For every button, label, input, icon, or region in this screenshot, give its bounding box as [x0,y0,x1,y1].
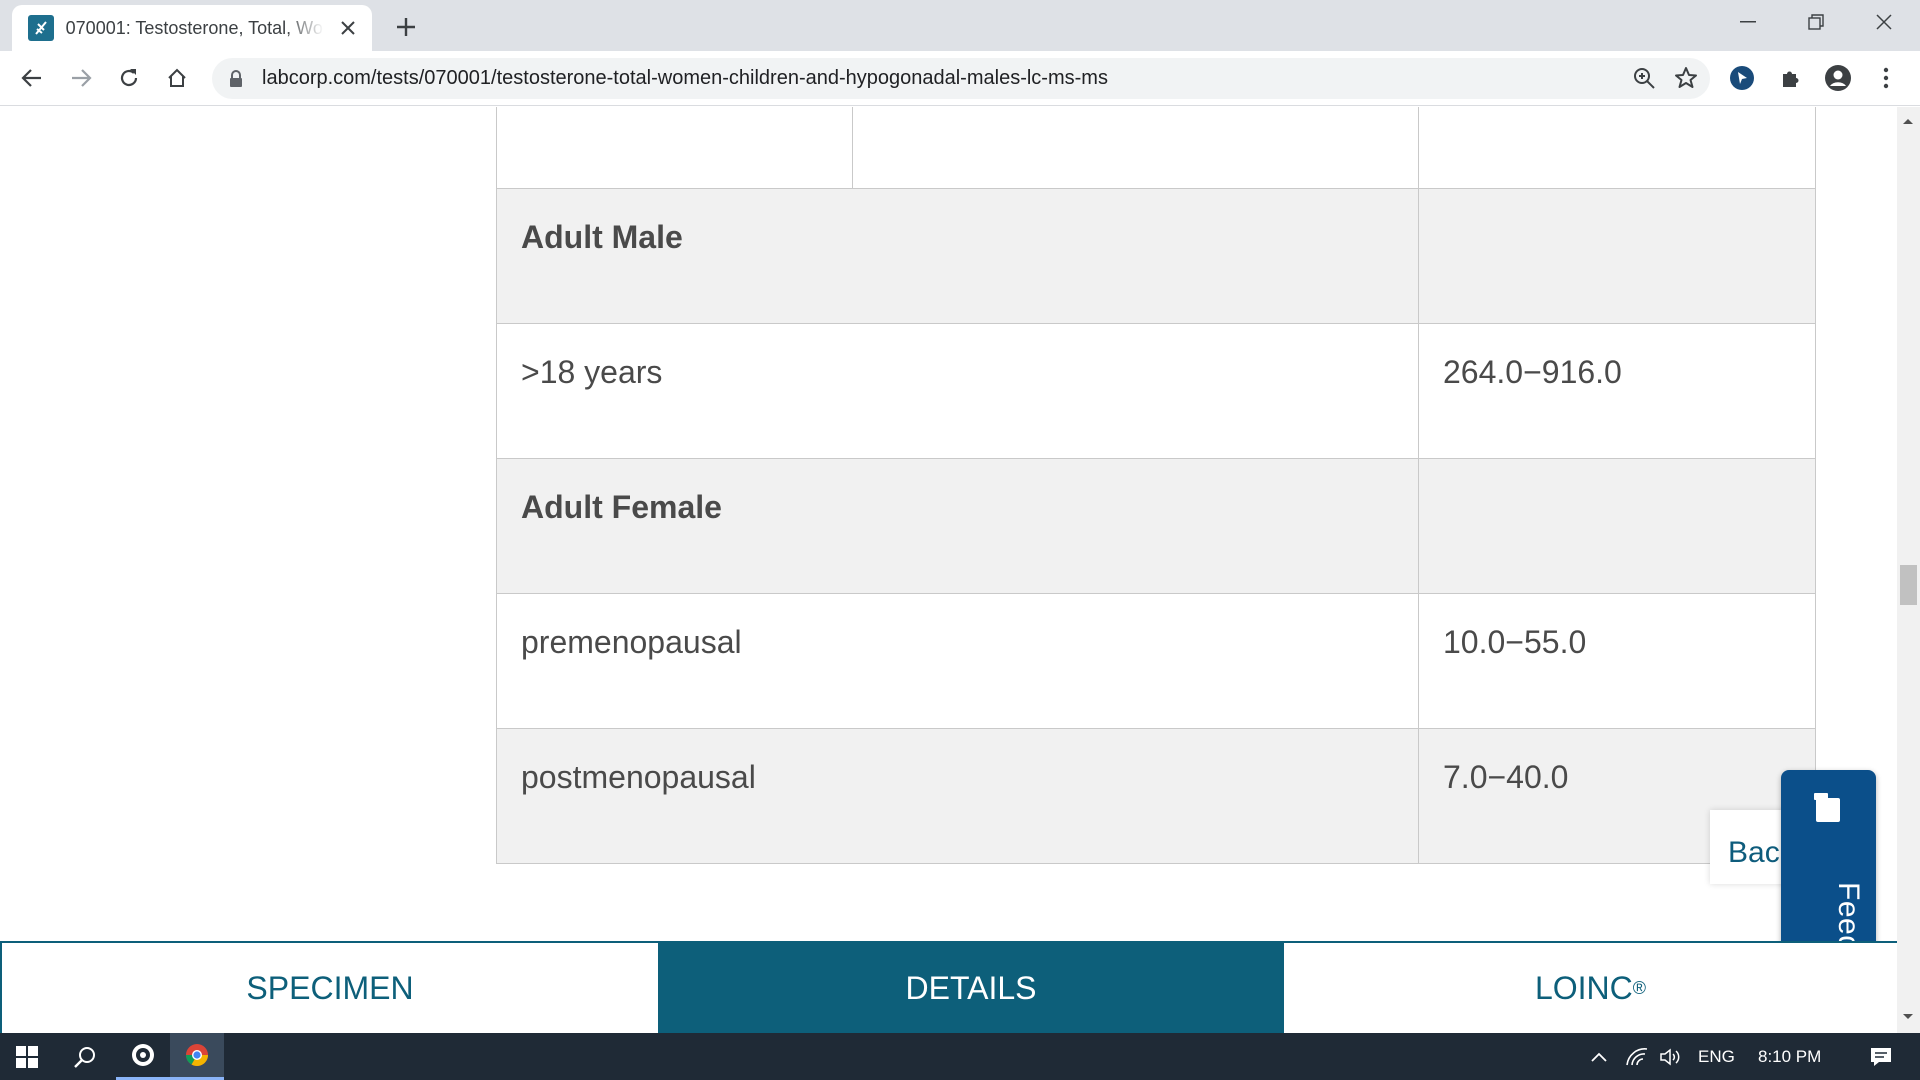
bookmark-star-icon[interactable] [1674,66,1698,95]
url-text[interactable]: labcorp.com/tests/070001/testosterone-to… [262,58,1108,99]
search-icon[interactable] [58,1033,112,1080]
volume-icon[interactable] [1656,1033,1686,1080]
notifications-icon[interactable] [1856,1033,1906,1080]
extension-cursor-icon[interactable] [1724,60,1760,96]
close-tab-icon[interactable] [338,18,358,38]
new-tab-icon[interactable] [392,13,420,41]
table-cell [1419,107,1815,188]
zoom-icon[interactable] [1632,66,1656,95]
tab-strip: 070001: Testosterone, Total, Women, Chil… [0,0,1920,51]
age-label: >18 years [497,324,1419,458]
windows-start-icon[interactable] [0,1033,54,1080]
browser-toolbar: labcorp.com/tests/070001/testosterone-to… [0,51,1920,106]
labcorp-favicon-icon [28,15,54,41]
minimize-icon[interactable] [1714,0,1782,44]
chrome-taskbar-icon[interactable] [170,1033,224,1080]
feedback-tab-icon [1814,792,1842,827]
range-value: 264.0−916.0 [1443,354,1622,390]
table-cell [497,107,853,188]
tab-title: 070001: Testosterone, Total, Women, Chil… [65,17,325,38]
range-value [1419,189,1815,323]
tab-loinc-label: LOINC [1534,969,1633,1006]
page-content: Adult Male >18 years 264.0−916.0 Adult F… [0,107,1897,1033]
group-label: Adult Male [497,189,1419,323]
status-label: premenopausal [497,594,1419,728]
tab-loinc[interactable]: LOINC ® [1284,943,1897,1033]
clock[interactable]: 8:10 PM [1758,1033,1821,1080]
tab-specimen[interactable]: SPECIMEN [0,943,658,1033]
tray-chevron-up-icon[interactable] [1586,1033,1612,1080]
media-app-icon[interactable] [116,1033,170,1080]
section-tabs: SPECIMEN DETAILS LOINC ® [0,941,1897,1033]
range-value [1419,459,1815,593]
table-row: postmenopausal 7.0−40.0 [496,729,1816,864]
table-row: Adult Female [496,459,1816,594]
reload-icon[interactable] [110,59,148,97]
table-cell [853,107,1419,188]
address-bar[interactable]: labcorp.com/tests/070001/testosterone-to… [212,58,1710,99]
windows-taskbar: ENG 8:10 PM [0,1033,1920,1080]
group-label: Adult Female [497,459,1419,593]
home-icon[interactable] [158,59,196,97]
back-arrow-icon[interactable] [13,59,51,97]
range-value: 10.0−55.0 [1443,624,1587,660]
status-label: postmenopausal [497,729,1419,863]
browser-menu-icon[interactable] [1868,60,1904,96]
restore-icon[interactable] [1782,0,1850,44]
profile-avatar-icon[interactable] [1820,60,1856,96]
table-row: Adult Male [496,189,1816,324]
forward-arrow-icon[interactable] [62,59,100,97]
browser-tab[interactable]: 070001: Testosterone, Total, Women, Chil… [12,5,372,51]
language-indicator[interactable]: ENG [1698,1033,1735,1080]
extensions-puzzle-icon[interactable] [1773,60,1809,96]
vertical-scrollbar[interactable] [1897,107,1920,1033]
scrollbar-thumb[interactable] [1900,565,1917,605]
table-row-partial [496,107,1816,189]
registered-mark: ® [1632,977,1647,998]
close-window-icon[interactable] [1850,0,1918,44]
table-row: premenopausal 10.0−55.0 [496,594,1816,729]
tab-details[interactable]: DETAILS [658,943,1284,1033]
lock-icon[interactable] [228,69,244,94]
scroll-up-arrow-icon[interactable] [1901,113,1915,131]
reference-range-table: Adult Male >18 years 264.0−916.0 Adult F… [496,107,1816,864]
scroll-down-arrow-icon[interactable] [1901,1009,1915,1027]
network-icon[interactable] [1622,1033,1652,1080]
table-row: >18 years 264.0−916.0 [496,324,1816,459]
